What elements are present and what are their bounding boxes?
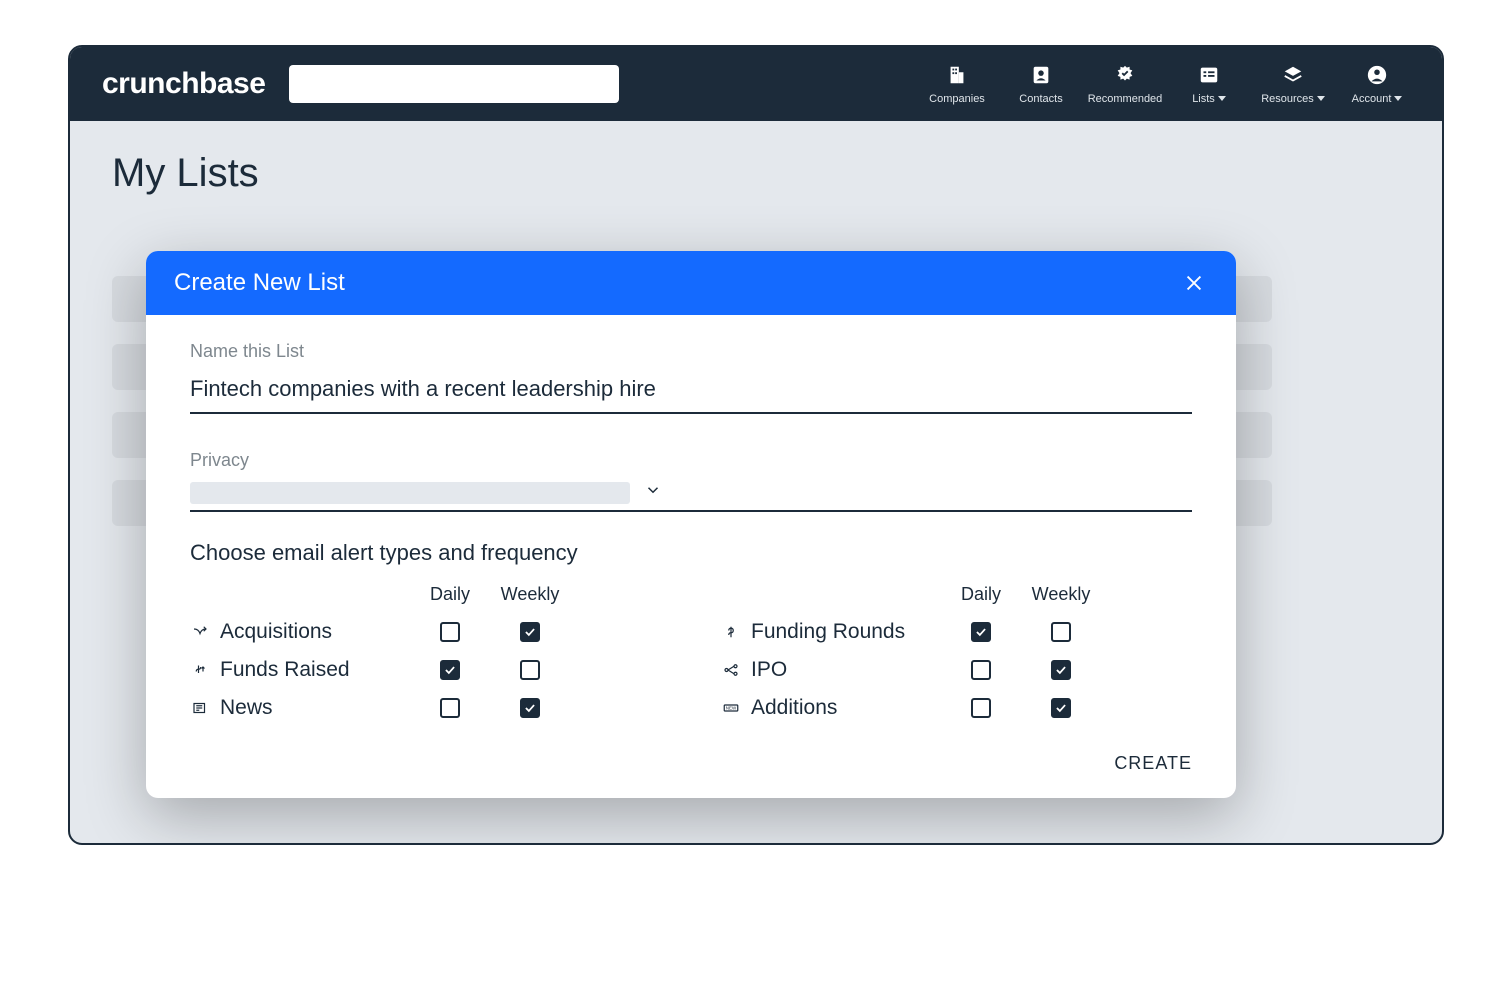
nav-recommended[interactable]: Recommended	[1090, 64, 1160, 105]
search-input[interactable]	[289, 65, 619, 103]
nav-label: Contacts	[1019, 93, 1062, 105]
alert-row-funds-raised: Funds Raised	[190, 651, 661, 689]
checkbox-funding-rounds-weekly[interactable]	[1051, 622, 1071, 642]
create-button[interactable]: CREATE	[1114, 753, 1192, 774]
nav-resources[interactable]: Resources	[1258, 64, 1328, 105]
alert-row-funding-rounds: Funding Rounds	[721, 613, 1192, 651]
nav-label: Recommended	[1088, 93, 1163, 105]
alert-row-ipo: IPO	[721, 651, 1192, 689]
dollar-icon	[721, 622, 741, 642]
checkbox-funding-rounds-daily[interactable]	[971, 622, 991, 642]
name-label: Name this List	[190, 341, 1192, 362]
news-icon	[190, 698, 210, 718]
merge-icon	[190, 622, 210, 642]
chevron-down-icon	[1394, 96, 1402, 101]
new-icon: NEW	[721, 698, 741, 718]
alert-label: Acquisitions	[190, 620, 410, 644]
page-title: My Lists	[112, 151, 1406, 196]
checkbox-additions-weekly[interactable]	[1051, 698, 1071, 718]
checkbox-acquisitions-weekly[interactable]	[520, 622, 540, 642]
checkbox-news-daily[interactable]	[440, 698, 460, 718]
daily-header: Daily	[410, 584, 490, 605]
list-icon	[1198, 64, 1220, 93]
alerts-heading: Choose email alert types and frequency	[190, 540, 1192, 566]
checkbox-news-weekly[interactable]	[520, 698, 540, 718]
checkbox-ipo-weekly[interactable]	[1051, 660, 1071, 680]
create-list-modal: Create New List Name this List Privacy	[146, 251, 1236, 798]
modal-body: Name this List Privacy Choose email aler…	[146, 315, 1236, 745]
nav-label: Account	[1352, 93, 1392, 105]
nav-lists[interactable]: Lists	[1174, 64, 1244, 105]
alerts-grid: DailyWeeklyAcquisitionsFunds RaisedNews …	[190, 584, 1192, 727]
weekly-header: Weekly	[1021, 584, 1101, 605]
privacy-field: Privacy	[190, 450, 1192, 512]
alert-label: News	[190, 696, 410, 720]
list-name-input[interactable]	[190, 372, 1192, 414]
checkbox-funds-raised-weekly[interactable]	[520, 660, 540, 680]
nav-label: Resources	[1261, 93, 1314, 105]
close-icon	[1183, 272, 1205, 294]
close-button[interactable]	[1180, 269, 1208, 297]
modal-header: Create New List	[146, 251, 1236, 315]
modal-footer: CREATE	[146, 745, 1236, 798]
alert-label: Funds Raised	[190, 658, 410, 682]
privacy-label: Privacy	[190, 450, 1192, 471]
privacy-value-bar	[190, 482, 630, 504]
alert-label: IPO	[721, 658, 941, 682]
nav-items: Companies Contacts Recommended Lists Resourc…	[922, 64, 1412, 105]
chevron-down-icon	[1317, 96, 1325, 101]
dollar-up-icon	[190, 660, 210, 680]
nav-account[interactable]: Account	[1342, 64, 1412, 105]
page-area: My Lists Create New List Name this List …	[70, 121, 1442, 843]
nav-companies[interactable]: Companies	[922, 64, 992, 105]
app-window: crunchbase Companies Contacts Recommended L…	[68, 45, 1444, 845]
svg-text:NEW: NEW	[726, 706, 737, 711]
account-icon	[1366, 64, 1388, 93]
alert-row-news: News	[190, 689, 661, 727]
topbar: crunchbase Companies Contacts Recommended L…	[70, 47, 1442, 121]
alerts-col-right: DailyWeekly Funding Rounds IPO NEWAdditions	[721, 584, 1192, 727]
nav-label: Companies	[929, 93, 985, 105]
chevron-down-icon	[644, 481, 662, 504]
alert-label: Funding Rounds	[721, 620, 941, 644]
checkbox-ipo-daily[interactable]	[971, 660, 991, 680]
checkbox-funds-raised-daily[interactable]	[440, 660, 460, 680]
layers-icon	[1282, 64, 1304, 93]
privacy-select[interactable]	[190, 481, 1192, 512]
alert-row-additions: NEWAdditions	[721, 689, 1192, 727]
brand-logo: crunchbase	[102, 67, 265, 101]
daily-header: Daily	[941, 584, 1021, 605]
weekly-header: Weekly	[490, 584, 570, 605]
chevron-down-icon	[1218, 96, 1226, 101]
nav-contacts[interactable]: Contacts	[1006, 64, 1076, 105]
network-icon	[721, 660, 741, 680]
alert-label: NEWAdditions	[721, 696, 941, 720]
modal-title: Create New List	[174, 269, 1180, 297]
nav-label: Lists	[1192, 93, 1215, 105]
alerts-col-left: DailyWeekly Acquisitions Funds Raised News	[190, 584, 661, 727]
checkbox-additions-daily[interactable]	[971, 698, 991, 718]
badge-icon	[1114, 64, 1136, 93]
building-icon	[946, 64, 968, 93]
alert-row-acquisitions: Acquisitions	[190, 613, 661, 651]
checkbox-acquisitions-daily[interactable]	[440, 622, 460, 642]
contact-icon	[1030, 64, 1052, 93]
